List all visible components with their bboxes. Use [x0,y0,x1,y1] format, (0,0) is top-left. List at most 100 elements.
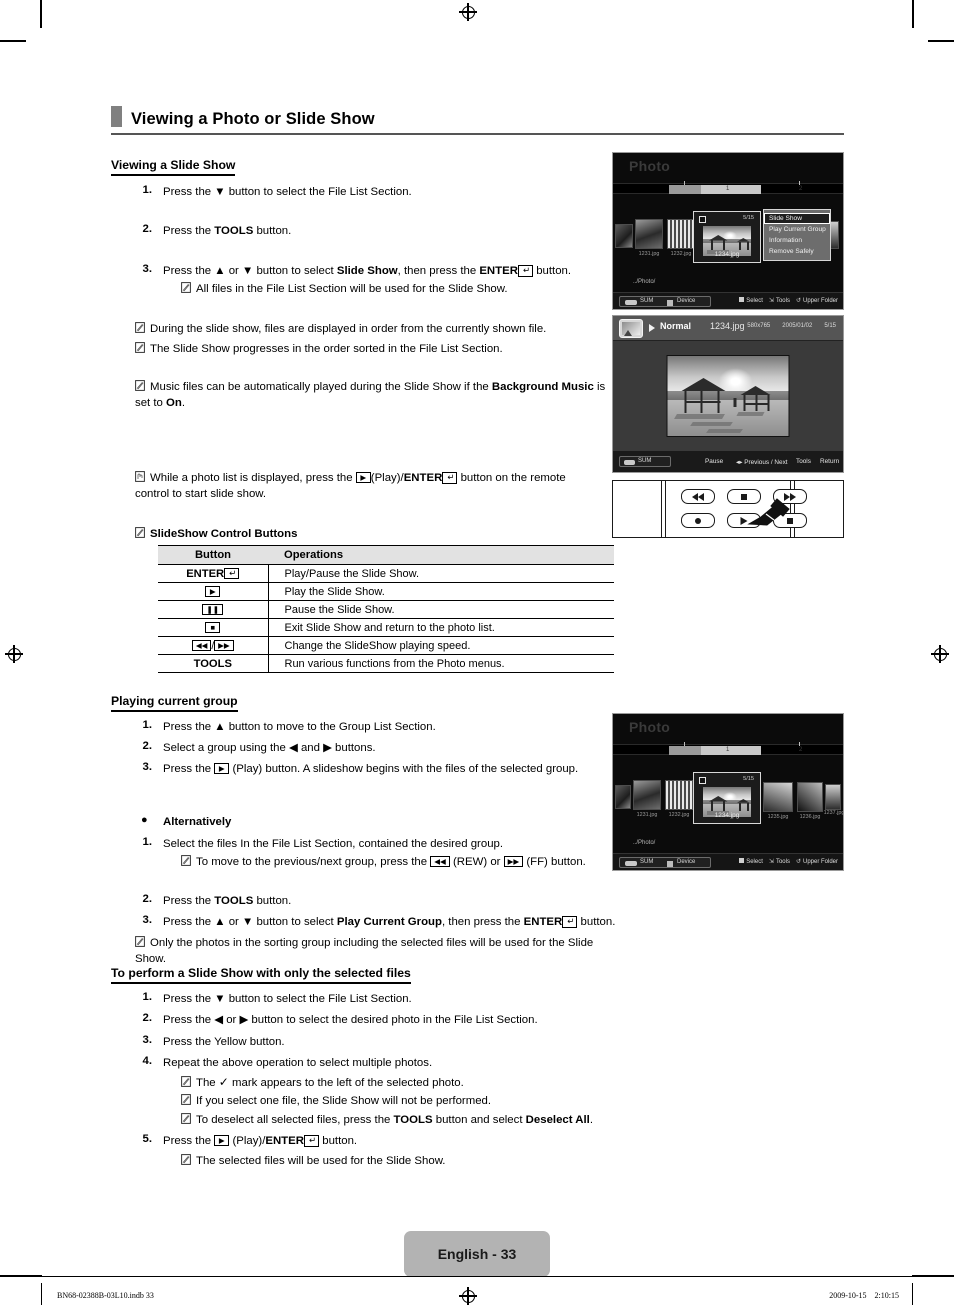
photo-browser-bottom-bar: SUM Device Select ⇲ Tools ↺ Upper Folder [613,853,843,870]
thumbnail[interactable] [615,224,633,248]
group-tick [684,742,685,746]
tools-popup-menu[interactable]: Slide Show Play Current Group Informatio… [763,209,831,261]
enter-label: ENTER [186,567,225,580]
section-heading-current-group: Playing current group [111,694,238,712]
thumbnail[interactable] [825,784,841,810]
tools-keyword: TOOLS [214,225,254,237]
on-keyword: On [166,397,182,410]
alt-note-ff: (FF) button. [523,856,586,868]
group-segment [701,185,761,194]
record-button[interactable] [681,513,715,528]
note-pencil-icon [135,936,145,947]
thumbnail[interactable] [797,782,823,812]
cell-button: ENTER ↵ [158,564,269,583]
sf-step5-note-text: The selected files will be used for the … [196,1155,446,1167]
thumbnail[interactable] [615,785,631,809]
menu-item-remove-safely[interactable]: Remove Safely [764,246,830,257]
alt-note-text: Only the photos in the sorting group inc… [135,937,594,966]
sf-step-5: Press the ▶ (Play)/ENTER ↵ button. [163,1133,603,1149]
play-key-icon: ▶ [214,763,230,774]
current-path: ../Photo/ [633,840,656,846]
chapter-accent-bar [111,106,122,127]
table-row: ENTER ↵ Play/Pause the Slide Show. [158,564,614,583]
play-key-icon: ▶ [355,472,371,483]
step-number: 1. [142,991,153,1003]
thumbnail[interactable] [633,780,661,810]
bottom-hints: Select ⇲ Tools ↺ Upper Folder [739,297,838,304]
selection-checkbox[interactable] [699,777,706,784]
step-number: 2. [142,740,153,752]
alt-step-2: Press the TOOLS button. [163,893,603,909]
slide-show-keyword: Slide Show [336,265,398,277]
menu-item-information[interactable]: Information [764,235,830,246]
sf-note3-post: . [589,1114,593,1126]
thumbnail-caption: 1231.jpg [636,812,658,818]
sf-step5-post: button. [319,1135,358,1147]
current-path: ../Photo/ [633,279,656,285]
hint-select: Select [746,298,763,304]
hint-tools: Tools [775,298,790,304]
alt3-post: button. [577,916,616,928]
note-background-music: Music files can be automatically played … [135,379,607,411]
enter-key-icon: ↵ [562,916,578,928]
source-device-pill[interactable]: SUM Device [619,857,711,868]
alt-note-pre: To move to the previous/next group, pres… [196,856,431,868]
table-row: ▶ Play the Slide Show. [158,582,614,601]
step-number: 4. [142,1055,153,1067]
rewind-button[interactable] [681,489,715,504]
alt-step-1-note: To move to the previous/next group, pres… [181,854,601,870]
column-header-button: Button [158,545,268,565]
sf-step-2: Press the ◀ or ▶ button to select the de… [163,1014,538,1026]
group-segment [701,746,761,755]
group-segment-active [669,746,701,755]
note-pencil-icon [181,855,191,866]
device-label: Device [677,859,696,865]
thumbnail[interactable] [665,780,693,810]
select-icon [739,297,745,302]
note-pencil-icon [181,1113,191,1124]
photo-metadata: 580x765 2005/01/02 5/15 [735,323,836,329]
group-list-strip: 1 2 [613,742,843,755]
tip-remote-play: While a photo list is displayed, press t… [135,470,601,502]
rewind-key-icon: ◀◀ [191,639,212,651]
group-label-2: 2 [799,747,803,753]
sf-step-1: Press the ▼ button to select the File Li… [163,993,412,1005]
control-buttons-table: Button Operations ENTER ↵ Play/Pause the … [158,545,614,673]
selected-file-box[interactable]: 5/15 1234.jpg [693,211,761,263]
source-pill[interactable]: SUM [619,456,671,467]
cell-button: ■ [158,618,269,637]
tools-keyword: TOOLS [393,1114,433,1126]
section-heading-slide-show: Viewing a Slide Show [111,158,236,176]
thumbnail[interactable] [635,219,663,249]
sf-step5-mid: (Play)/ [229,1135,266,1147]
source-device-pill[interactable]: SUM Device [619,296,711,307]
cell-button: TOOLS [158,654,269,673]
registration-mark-right [931,645,949,663]
source-label: SUM [640,298,654,304]
tip-play: (Play)/ [370,472,404,484]
cg-step-1: Press the ▲ button to move to the Group … [163,721,436,733]
usb-icon [624,460,635,465]
screenshot-photo-browser-2: Photo 1 2 1231.jpg 1232.jpg 1233.jpg 123… [612,713,844,871]
cell-button: ▶ [158,582,269,601]
menu-item-slide-show[interactable]: Slide Show [764,213,830,224]
play-key-icon: ▶ [205,585,221,597]
file-index-counter: 5/15 [743,215,754,221]
menu-item-play-current-group[interactable]: Play Current Group [764,224,830,235]
step-3-label-mid: , then press the [397,265,480,277]
enter-keyword: ENTER [479,265,518,277]
thumbnail-caption: 1235.jpg [767,814,789,820]
alternatively-text: Alternatively [163,816,232,828]
thumbnail[interactable] [763,782,793,812]
return-icon: ↺ [795,298,801,304]
selected-file-name: 1234.jpg [714,812,740,819]
note-music-pre: Music files can be automatically played … [150,381,492,393]
enter-key-icon: ↵ [224,567,240,579]
hint-select: Select [746,859,763,865]
thumbnail[interactable] [667,219,695,249]
group-segment-active [669,185,701,194]
alt3-mid: , then press the [441,916,524,928]
playback-mode-label: Normal [660,321,692,331]
selection-checkbox[interactable] [699,216,706,223]
selected-file-box[interactable]: 5/15 1234.jpg [693,772,761,824]
